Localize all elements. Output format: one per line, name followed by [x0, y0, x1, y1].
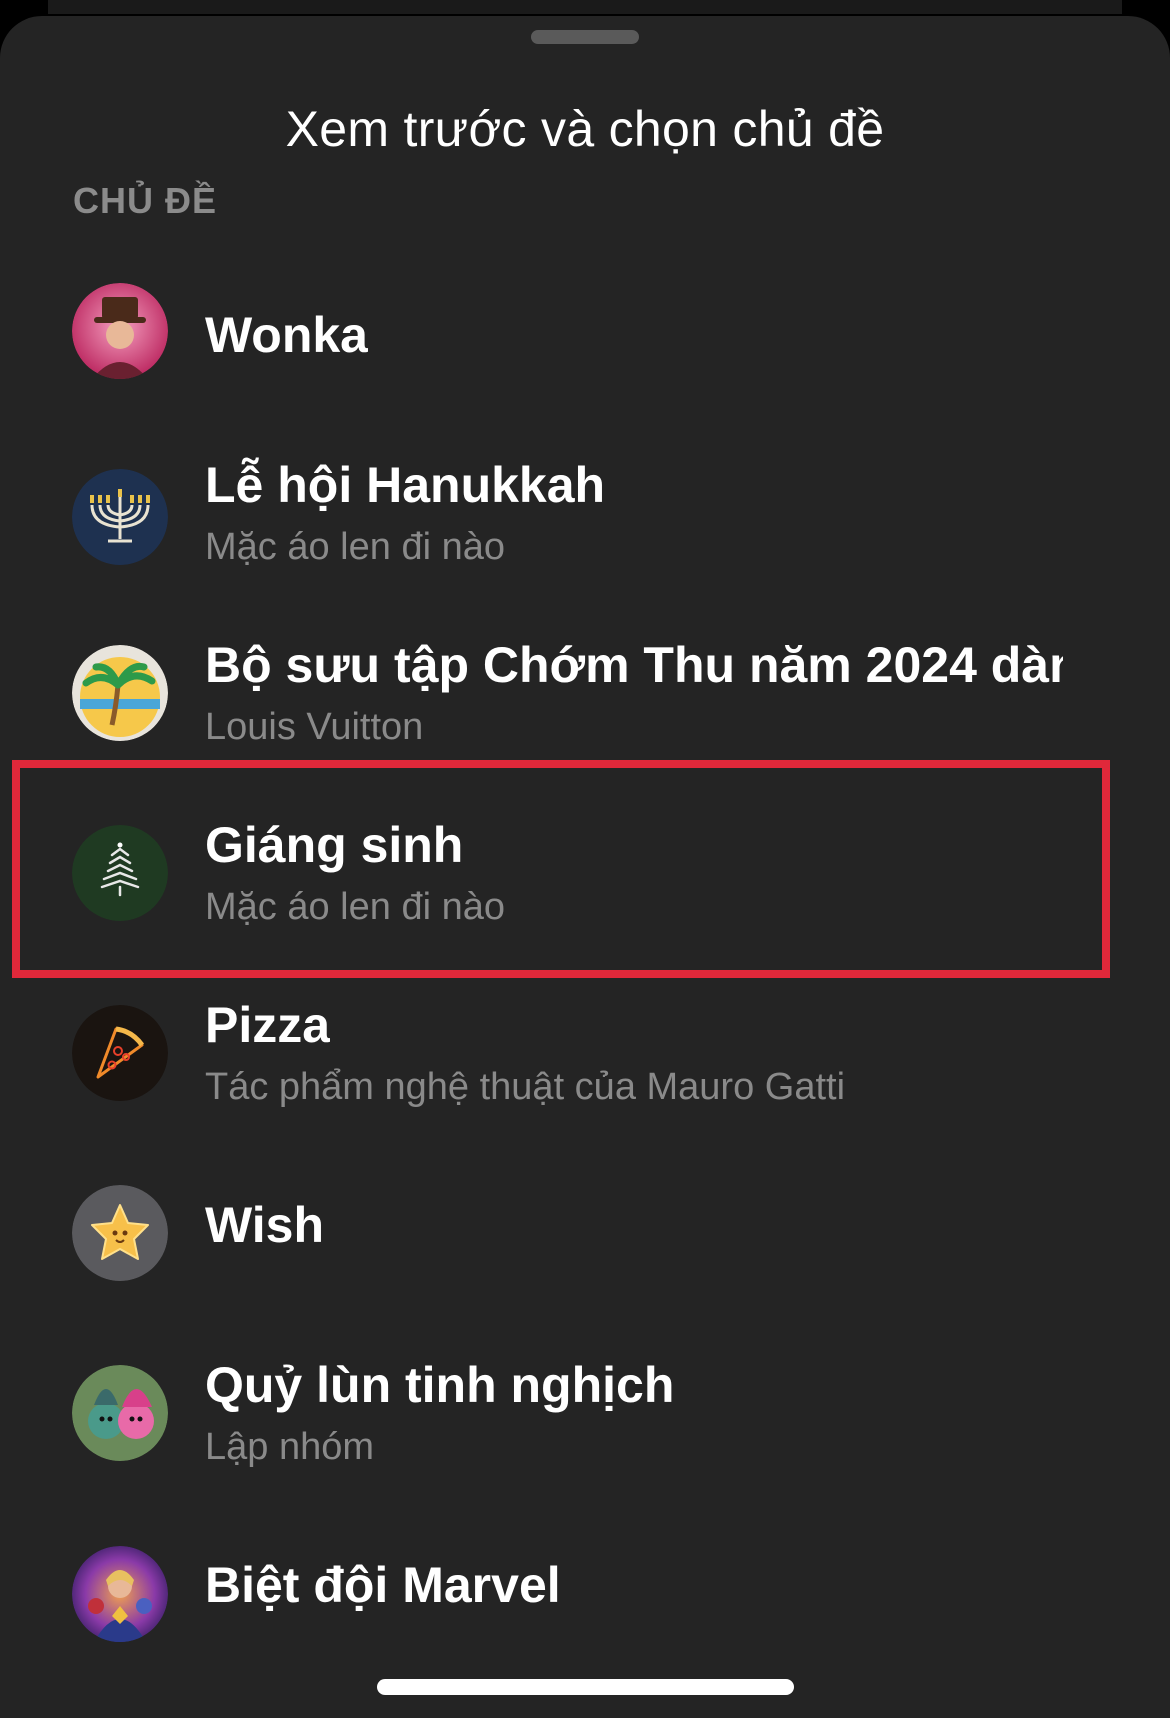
palm-tree-icon [72, 645, 168, 741]
trolls-icon [72, 1365, 168, 1461]
background-app-edge [48, 0, 1122, 14]
theme-title: Bộ sưu tập Chớm Thu năm 2024 dành [205, 637, 1063, 693]
theme-title: Biệt đội Marvel [205, 1557, 561, 1613]
pizza-icon [72, 1005, 168, 1101]
theme-item-louis-vuitton[interactable]: Bộ sưu tập Chớm Thu năm 2024 dành Louis … [0, 600, 1170, 780]
sheet-grabber[interactable] [531, 30, 639, 44]
theme-item-hanukkah[interactable]: Lễ hội Hanukkah Mặc áo len đi nào [0, 420, 1170, 600]
wonka-icon [72, 283, 168, 379]
menorah-icon [72, 469, 168, 565]
theme-item-wish[interactable]: Wish [0, 1140, 1170, 1320]
theme-item-wonka[interactable]: Wonka [0, 250, 1170, 420]
home-indicator[interactable] [377, 1679, 794, 1695]
theme-title: Lễ hội Hanukkah [205, 457, 606, 513]
theme-item-trolls[interactable]: Quỷ lùn tinh nghịch Lập nhóm [0, 1320, 1170, 1500]
theme-title: Wish [205, 1197, 324, 1253]
theme-title: Quỷ lùn tinh nghịch [205, 1357, 675, 1413]
theme-title: Wonka [205, 307, 368, 363]
theme-subtitle: Louis Vuitton [205, 706, 424, 748]
theme-subtitle: Mặc áo len đi nào [205, 526, 505, 568]
selection-highlight-box [12, 760, 1110, 978]
theme-title: Pizza [205, 997, 331, 1053]
marvel-icon [72, 1546, 168, 1642]
theme-subtitle: Lập nhóm [205, 1426, 375, 1468]
theme-item-pizza[interactable]: Pizza Tác phẩm nghệ thuật của Mauro Gatt… [0, 960, 1170, 1140]
sheet-title: Xem trước và chọn chủ đề [285, 101, 885, 157]
theme-subtitle: Tác phẩm nghệ thuật của Mauro Gatti [205, 1066, 846, 1108]
theme-item-marvel[interactable]: Biệt đội Marvel [0, 1500, 1170, 1670]
section-label: CHỦ ĐỀ [73, 180, 218, 221]
star-icon [72, 1185, 168, 1281]
